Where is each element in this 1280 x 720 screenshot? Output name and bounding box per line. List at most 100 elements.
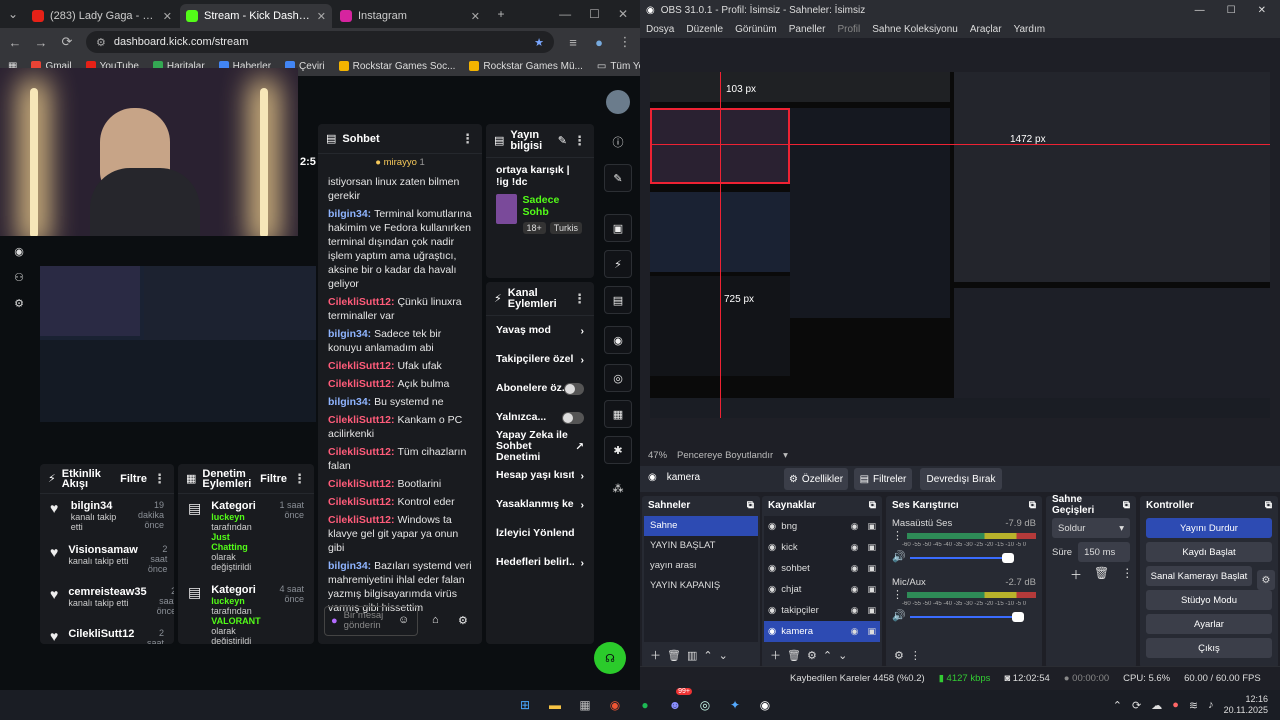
new-tab-button[interactable]: +: [488, 0, 514, 28]
close-icon[interactable]: ✕: [471, 10, 480, 23]
close-window-icon[interactable]: ✕: [618, 7, 628, 21]
chat-menu-icon[interactable]: ⋮: [461, 131, 474, 147]
emoji-icon[interactable]: ☺: [398, 614, 409, 626]
source-item[interactable]: ◉ kick ◉ ▣: [764, 537, 880, 558]
minimize-icon[interactable]: —: [559, 7, 571, 21]
app-icon[interactable]: ✦: [724, 694, 746, 716]
chat-username[interactable]: CilekliSutt12:: [328, 446, 397, 458]
store-icon[interactable]: ▦: [574, 694, 596, 716]
move-down-icon[interactable]: ⌄: [719, 649, 728, 662]
more-apps-icon[interactable]: ⁂: [604, 474, 632, 502]
chat-username[interactable]: CilekliSutt12:: [328, 414, 397, 426]
visibility-eye-icon[interactable]: ◉: [851, 521, 859, 532]
menu-item[interactable]: Sahne Koleksiyonu: [872, 24, 958, 35]
channel-action-item[interactable]: Hedefleri belirl... ›: [486, 548, 594, 577]
volume-fader[interactable]: [909, 553, 1036, 563]
source-item[interactable]: ◉ kamera ◉ ▣: [764, 621, 880, 642]
visibility-eye-icon[interactable]: ◉: [851, 584, 859, 595]
channel-action-item[interactable]: Yasaklanmış kelin ›: [486, 490, 594, 519]
lightning-icon[interactable]: ⚡: [604, 250, 632, 278]
visibility-eye-icon[interactable]: ◉: [851, 563, 859, 574]
site-info-icon[interactable]: ⚙: [96, 36, 106, 49]
fit-to-window-button[interactable]: Pencereye Boyutlandır: [677, 450, 773, 461]
toggle-switch[interactable]: [563, 382, 584, 395]
users-icon[interactable]: ⚇: [10, 268, 28, 286]
properties-button[interactable]: ⚙ Özellikler: [784, 468, 848, 490]
channel-action-item[interactable]: Abonelere öz...: [486, 374, 594, 403]
start-recording-button[interactable]: Kaydı Başlat: [1146, 542, 1272, 562]
add-icon[interactable]: ＋: [650, 647, 661, 663]
bookmark-rockstar-music[interactable]: Rockstar Games Mü...: [469, 61, 583, 72]
menu-icon[interactable]: ⋮: [618, 34, 632, 50]
visibility-eye-icon[interactable]: ◉: [851, 542, 859, 553]
chat-username[interactable]: CilekliSutt12:: [328, 514, 397, 526]
volume-icon[interactable]: 🔊: [892, 550, 906, 563]
chat-username[interactable]: bilgin34:: [328, 208, 374, 220]
studio-mode-button[interactable]: Stüdyo Modu: [1146, 590, 1272, 610]
chat-username[interactable]: bilgin34:: [328, 396, 374, 408]
menu-item[interactable]: Dosya: [646, 24, 674, 35]
menu-item[interactable]: Yardım: [1014, 24, 1046, 35]
fader-knob[interactable]: [1002, 553, 1015, 563]
channel-action-item[interactable]: Yalnızca...: [486, 403, 594, 432]
maximize-icon[interactable]: ☐: [1227, 5, 1236, 16]
chat-bubble-icon[interactable]: ◉: [604, 326, 632, 354]
spotify-icon[interactable]: ●: [634, 694, 656, 716]
obs-preview[interactable]: 103 px 1472 px 725 px: [650, 72, 1270, 418]
source-item[interactable]: ◉ chjat ◉ ▣: [764, 579, 880, 600]
refresh-icon[interactable]: ⟳: [1132, 699, 1141, 712]
dock-popout-icon[interactable]: ⧉: [747, 500, 754, 511]
lock-icon[interactable]: ▣: [867, 542, 876, 553]
deactivate-button[interactable]: Devredışı Bırak: [920, 468, 1002, 490]
source-item[interactable]: ◉ takipçiler ◉ ▣: [764, 600, 880, 621]
mixer-menu-icon[interactable]: ⋮: [910, 649, 921, 662]
scene-item[interactable]: YAYIN KAPANIŞ: [644, 576, 758, 596]
start-virtual-camera-button[interactable]: Sanal Kamerayı Başlat: [1146, 566, 1252, 586]
bookmark-rockstar-social[interactable]: Rockstar Games Soc...: [338, 61, 455, 72]
volume-fader[interactable]: [909, 612, 1036, 622]
lock-icon[interactable]: ▣: [867, 584, 876, 595]
add-icon[interactable]: ＋: [1070, 566, 1082, 583]
chat-username[interactable]: CilekliSutt12:: [328, 296, 397, 308]
chrome-icon[interactable]: ◉: [604, 694, 626, 716]
menu-item[interactable]: Paneller: [789, 24, 826, 35]
screenshot-icon[interactable]: ▣: [604, 214, 632, 242]
clips-icon[interactable]: ▦: [604, 400, 632, 428]
gear-icon[interactable]: ⚙: [807, 649, 817, 662]
chat-username[interactable]: bilgin34:: [328, 560, 374, 572]
transition-menu-icon[interactable]: ⋮: [1121, 566, 1133, 583]
bookmark-star-icon[interactable]: ★: [534, 36, 544, 49]
close-icon[interactable]: ✕: [163, 10, 172, 23]
toggle-switch[interactable]: [562, 411, 584, 424]
user-avatar[interactable]: [606, 90, 630, 114]
channel-action-item[interactable]: İzleyici Yönlendir: [486, 519, 594, 548]
audit-filter-button[interactable]: Filtre: [260, 473, 287, 485]
chat-username[interactable]: bilgin34:: [328, 328, 374, 340]
dock-popout-icon[interactable]: ⧉: [869, 500, 876, 511]
info-icon[interactable]: ⓘ: [604, 128, 632, 156]
file-explorer-icon[interactable]: ▬: [544, 694, 566, 716]
all-bookmarks[interactable]: ▭Tüm Yer İşaretleri: [597, 61, 640, 72]
tab-youtube[interactable]: (283) Lady Gaga - Bloody Mar ✕: [26, 4, 178, 28]
dock-popout-icon[interactable]: ⧉: [1123, 500, 1130, 511]
forward-icon[interactable]: →: [34, 35, 48, 50]
dock-popout-icon[interactable]: ⧉: [1265, 500, 1272, 511]
channel-menu-icon[interactable]: ⋮: [892, 529, 903, 542]
camera-icon[interactable]: ◉: [10, 242, 28, 260]
support-headset-icon[interactable]: ☊: [594, 642, 626, 674]
scene-item[interactable]: yayın arası: [644, 556, 758, 576]
volume-icon[interactable]: 🔊: [892, 609, 906, 622]
broadcast-icon[interactable]: ◎: [604, 364, 632, 392]
menu-item[interactable]: Görünüm: [735, 24, 777, 35]
chevron-up-icon[interactable]: ⌃: [1113, 699, 1122, 712]
lock-icon[interactable]: ▣: [867, 626, 876, 637]
notes-icon[interactable]: ▤: [604, 286, 632, 314]
maximize-icon[interactable]: ☐: [589, 7, 600, 21]
chevron-down-icon[interactable]: ▾: [783, 450, 788, 461]
move-up-icon[interactable]: ⌃: [823, 649, 832, 662]
close-window-icon[interactable]: ✕: [1258, 5, 1266, 16]
channel-action-item[interactable]: Yapay Zeka ile Sohbet Denetimi ↗: [486, 430, 594, 463]
scene-filter-icon[interactable]: ▥: [687, 649, 697, 662]
duration-field[interactable]: 150 ms: [1078, 542, 1130, 562]
channel-action-item[interactable]: Hesap yaşı kısıtla ›: [486, 461, 594, 490]
